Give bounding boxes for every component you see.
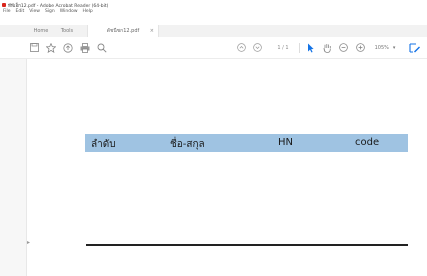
select-cursor-icon[interactable] [305, 42, 315, 53]
menu-view[interactable]: View [29, 9, 40, 15]
print-icon[interactable] [79, 42, 91, 53]
menu-file[interactable]: File [3, 9, 11, 15]
menu-help[interactable]: Help [83, 9, 93, 15]
menu-edit[interactable]: Edit [16, 9, 25, 15]
tab-document[interactable]: ดัชนีชก12.pdf × [87, 25, 159, 37]
menu-bar: File Edit View Sign Window Help [3, 9, 93, 15]
fill-sign-icon[interactable] [408, 42, 422, 53]
page-indicator[interactable]: 1 / 1 [270, 42, 296, 53]
table-header-row: ลำดับ ชื่อ-สกุล HN code [85, 134, 408, 152]
tab-close-icon[interactable]: × [150, 25, 154, 37]
title-bar: ทีพีเอ็ก12.pdf - Adobe Acrobat Reader (6… [0, 0, 427, 16]
chevron-down-icon: ▾ [392, 44, 396, 51]
prev-page-icon[interactable] [236, 42, 247, 53]
tab-home[interactable]: Home [29, 25, 53, 37]
toolbar: 1 / 1 105% ▾ [0, 37, 427, 59]
zoom-out-icon[interactable] [338, 42, 349, 53]
tab-tools[interactable]: Tools [55, 25, 79, 37]
star-icon[interactable] [45, 42, 57, 53]
expand-pane-icon[interactable]: ▸ [27, 240, 30, 246]
horizontal-rule [86, 244, 408, 246]
upload-icon[interactable] [62, 42, 74, 53]
zoom-value: 105% [374, 44, 389, 51]
toolbar-divider [299, 43, 300, 53]
search-icon[interactable] [96, 42, 108, 53]
header-cell-name: ชื่อ-สกุล [170, 139, 205, 150]
zoom-select[interactable]: 105% ▾ [374, 42, 396, 53]
header-cell-code: code [355, 137, 380, 148]
menu-window[interactable]: Window [60, 9, 78, 15]
window-title: ทีพีเอ็ก12.pdf - Adobe Acrobat Reader (6… [8, 4, 109, 9]
acrobat-app-icon [2, 3, 6, 7]
left-navigation-pane [0, 59, 27, 276]
menu-sign[interactable]: Sign [45, 9, 55, 15]
header-cell-hn: HN [278, 137, 293, 148]
save-icon[interactable] [28, 42, 40, 53]
zoom-in-icon[interactable] [355, 42, 366, 53]
tab-bar: Home Tools ดัชนีชก12.pdf × [0, 25, 427, 37]
tab-document-label: ดัชนีชก12.pdf [106, 28, 140, 34]
header-cell-order: ลำดับ [91, 139, 116, 150]
hand-icon[interactable] [322, 42, 333, 53]
next-page-icon[interactable] [252, 42, 263, 53]
